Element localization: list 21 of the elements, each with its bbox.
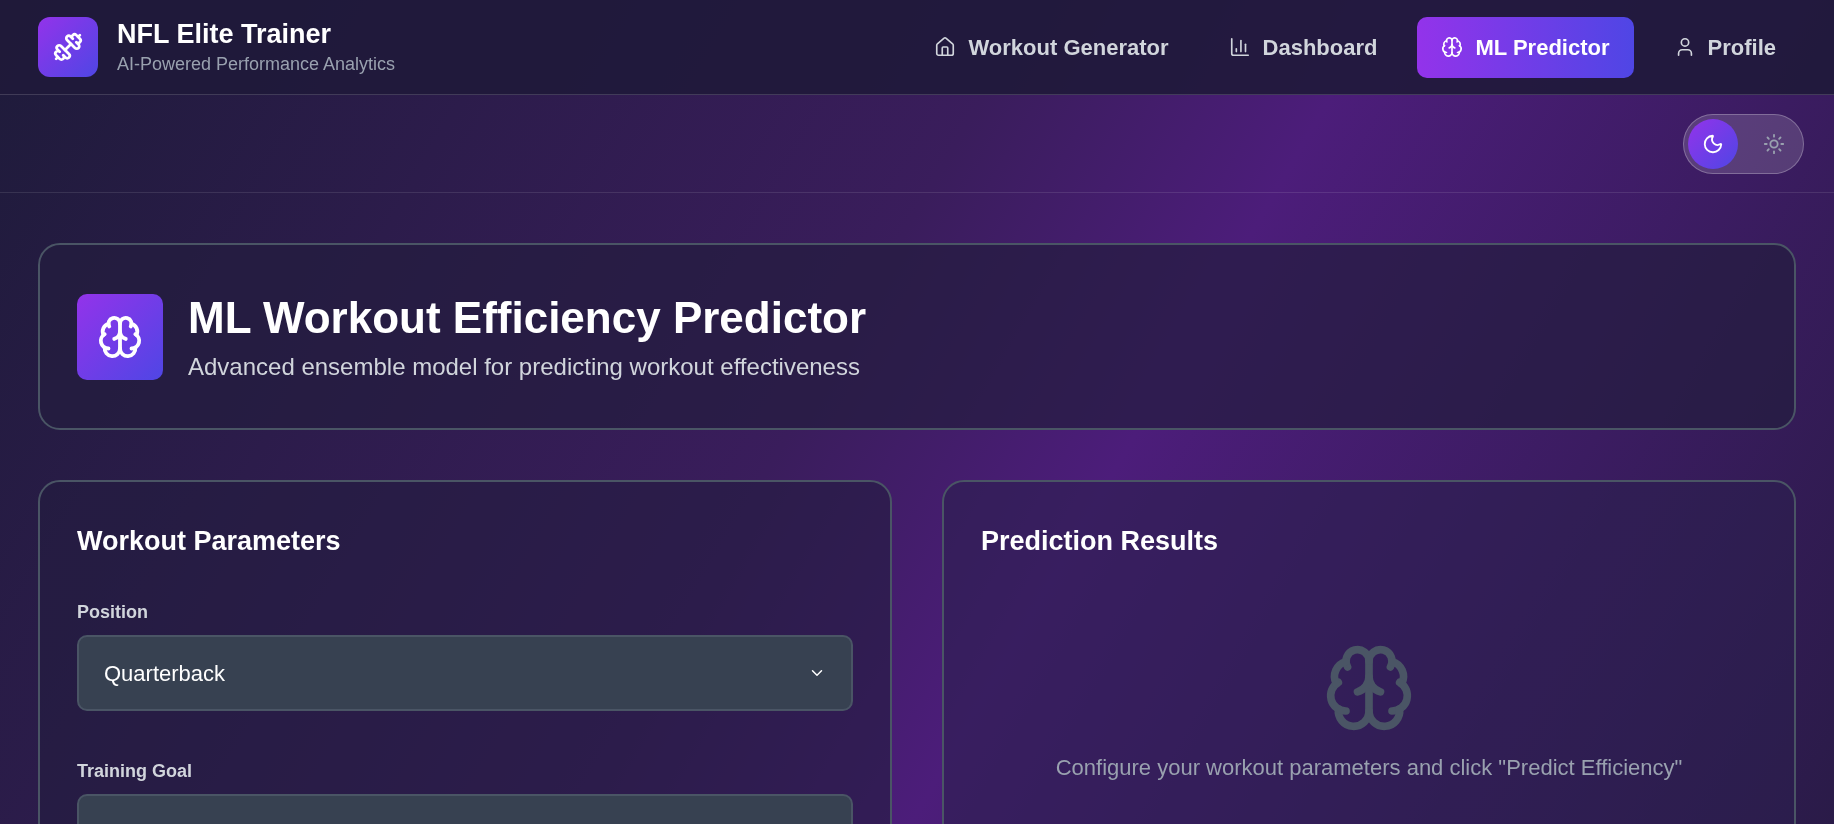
nav-tab[interactable]: Workout Generator	[914, 16, 1189, 78]
field-label: Position	[77, 601, 149, 624]
app-title: NFL Elite Trainer	[117, 18, 333, 51]
sun-icon	[1763, 132, 1785, 155]
card-title: Workout Parameters	[77, 525, 342, 558]
dumbbell-icon	[53, 32, 83, 62]
nav-tab[interactable]: Profile	[1653, 16, 1796, 78]
home-icon	[934, 36, 957, 58]
nav-tab[interactable]: ML Predictor	[1417, 16, 1634, 78]
nav-tab[interactable]: Dashboard	[1208, 16, 1398, 78]
page-subtitle: Advanced ensemble model for predicting workout effectiveness	[188, 351, 861, 382]
bar-chart-icon	[1228, 36, 1251, 58]
select-field[interactable]: Quarterback	[77, 635, 853, 711]
brain-icon	[1441, 36, 1464, 58]
page-title: ML Workout Efficiency Predictor	[188, 291, 867, 344]
moon-icon	[1702, 132, 1724, 155]
field-label: Training Goal	[77, 760, 193, 783]
empty-message: Configure your workout parameters and click "Predict Efficiency"	[1055, 754, 1683, 782]
card-title: Prediction Results	[981, 525, 1220, 558]
app-subtitle: AI-Powered Performance Analytics	[117, 53, 396, 76]
brain-icon	[97, 313, 143, 360]
